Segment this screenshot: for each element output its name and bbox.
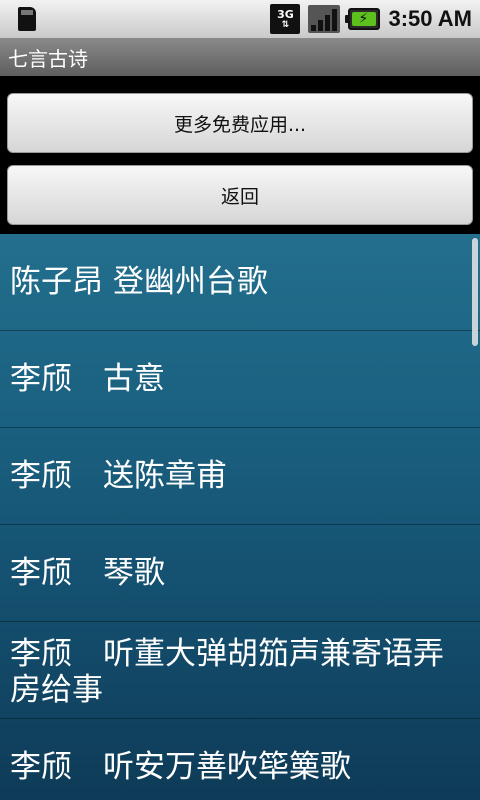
poem-title: 李颀 听董大弹胡笳声兼寄语弄房给事 [10, 636, 444, 708]
back-button[interactable]: 返回 [7, 165, 473, 225]
poem-title: 陈子昂 登幽州台歌 [10, 264, 268, 300]
button-area: 更多免费应用... 返回 [0, 76, 480, 234]
poem-title: 李颀 听安万善吹筚篥歌 [10, 749, 351, 785]
3g-data-icon: 3G ⇅ [270, 4, 301, 34]
battery-charging-icon: ⚡ [345, 8, 381, 30]
poem-list[interactable]: 陈子昂 登幽州台歌 李颀 古意 李颀 送陈章甫 李颀 琴歌 李颀 听董大弹胡笳声… [0, 234, 480, 800]
status-time: 3:50 AM [388, 6, 472, 31]
poem-item[interactable]: 李颀 听安万善吹筚篥歌 [0, 719, 480, 800]
poem-title: 李颀 古意 [10, 361, 165, 397]
sd-card-icon [12, 5, 40, 33]
poem-title: 李颀 送陈章甫 [10, 458, 227, 494]
signal-icon [308, 5, 341, 33]
more-apps-button[interactable]: 更多免费应用... [7, 93, 473, 153]
poem-title: 李颀 琴歌 [10, 555, 165, 591]
poem-item[interactable]: 李颀 听董大弹胡笳声兼寄语弄房给事 [0, 622, 480, 719]
poem-item[interactable]: 李颀 琴歌 [0, 525, 480, 622]
poem-item[interactable]: 李颀 送陈章甫 [0, 428, 480, 525]
scrollbar[interactable] [472, 238, 478, 346]
poem-item[interactable]: 李颀 古意 [0, 331, 480, 428]
status-bar: 3G ⇅ ⚡ 3:50 AM [0, 0, 480, 38]
poem-item[interactable]: 陈子昂 登幽州台歌 [0, 234, 480, 331]
app-title: 七言古诗 [0, 38, 480, 76]
